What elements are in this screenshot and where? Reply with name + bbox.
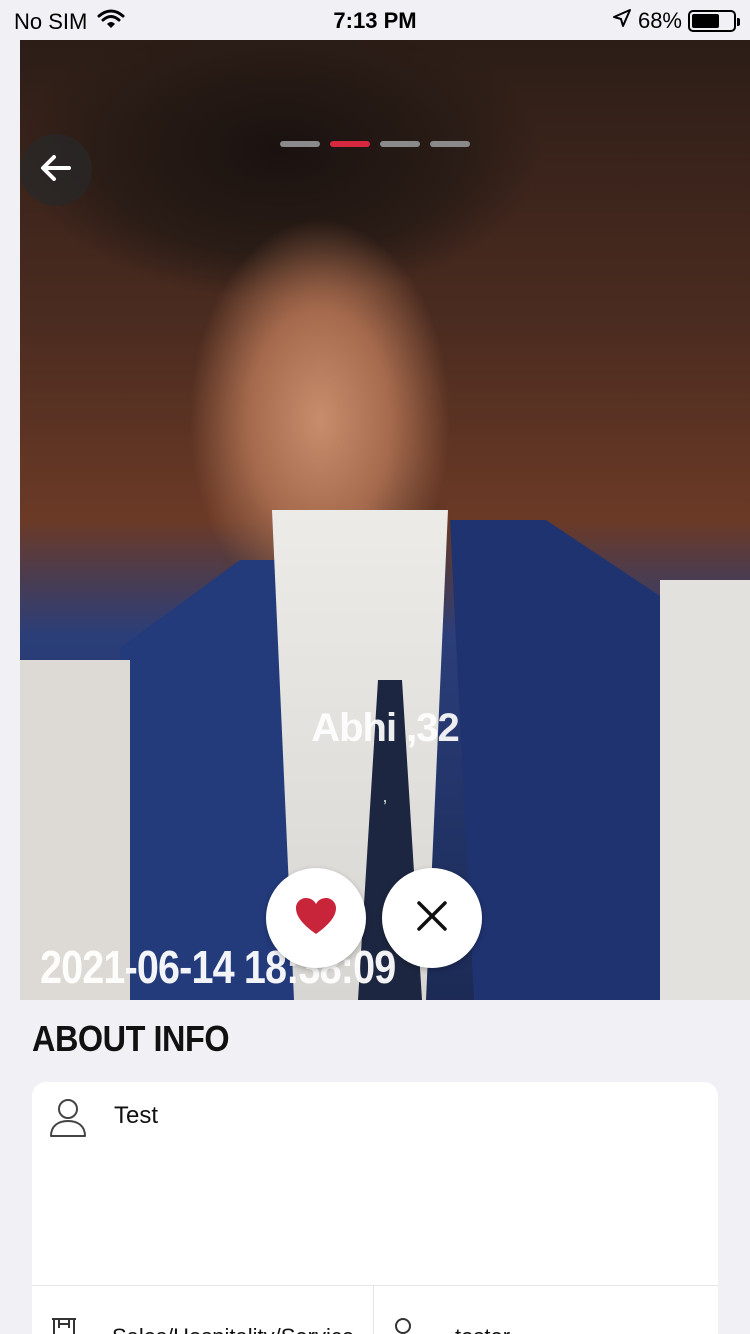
about-info-heading: ABOUT INFO [32,1018,230,1059]
job-title-cell: tester [375,1286,718,1334]
job-title-text: tester [455,1324,705,1334]
pass-button[interactable] [382,868,482,968]
about-info-card: Test Sales/Hospitality/Service tester [32,1082,718,1334]
photo-indicator-bar[interactable] [330,141,370,147]
user-icon [48,1098,88,1143]
briefcase-icon [50,1316,78,1334]
bio-text: Test [114,1102,159,1129]
circle-icon [393,1316,413,1334]
heart-icon [294,896,338,941]
photo-indicator-bar[interactable] [430,141,470,147]
arrow-left-icon [39,153,73,188]
battery-fill [692,14,720,28]
close-icon [415,899,449,938]
profile-name-age: Abhi ,32 [311,706,460,750]
occupation-cell: Sales/Hospitality/Service [32,1286,374,1334]
like-button[interactable] [266,868,366,968]
battery-icon [688,10,740,32]
profile-photo[interactable] [20,40,750,1000]
occupation-text: Sales/Hospitality/Service [112,1324,362,1334]
bio-row: Test [32,1082,718,1286]
status-bar: No SIM 7:13 PM 68% [0,0,750,40]
location-arrow-icon [612,8,632,34]
photo-indicator-bar[interactable] [280,141,320,147]
back-button[interactable] [20,134,92,206]
profile-subtitle: , [382,786,388,806]
photo-page-indicator [280,141,470,147]
battery-percent: 68% [637,8,682,33]
photo-indicator-bar[interactable] [380,141,420,147]
